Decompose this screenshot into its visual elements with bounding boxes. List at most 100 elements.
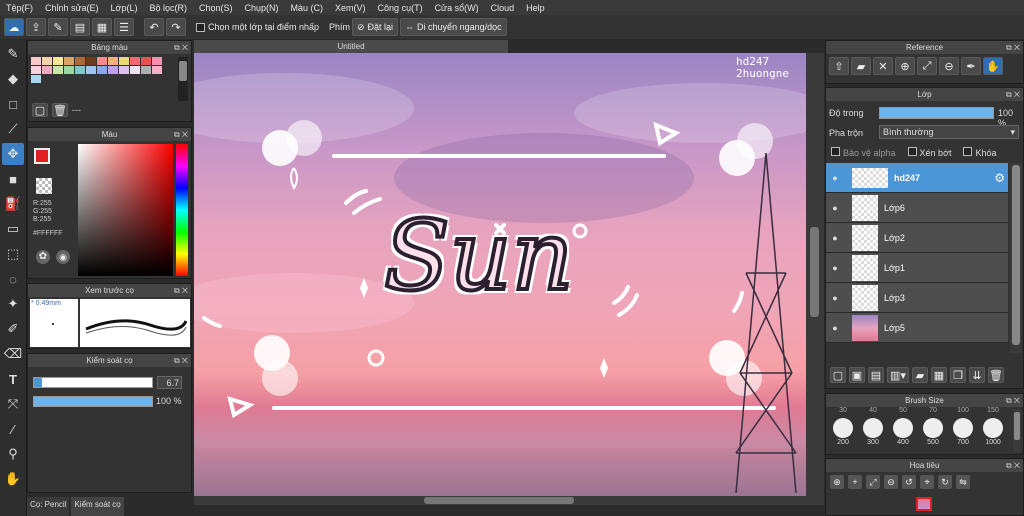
visibility-icon[interactable]: ● [826, 173, 844, 183]
export-icon[interactable]: ⇪ [26, 18, 46, 36]
brush-tool-icon[interactable]: ✎ [2, 43, 24, 65]
layer-row[interactable]: ● Lớp6 [826, 193, 1008, 223]
protect-alpha-checkbox[interactable]: Bảo vệ alpha [831, 147, 896, 158]
comment-icon[interactable]: ✎ [48, 18, 68, 36]
delete-palette-icon[interactable]: 🗑 [52, 103, 68, 117]
eraser-tool-icon[interactable]: ◆ [2, 68, 24, 90]
rotate-left-icon[interactable]: ↺ [902, 475, 916, 489]
new-8bit-layer-icon[interactable]: ▣ [849, 367, 865, 383]
color-swatch[interactable] [108, 66, 118, 74]
rotate-right-icon[interactable]: ↻ [938, 475, 952, 489]
brush-size-option[interactable]: 150 [978, 407, 1008, 414]
brush-size-option[interactable]: 700 [948, 415, 978, 446]
brush-size-scrollbar[interactable] [1013, 410, 1021, 452]
lasso-tool-icon[interactable]: ◌ [2, 268, 24, 290]
fill-rect-tool-icon[interactable]: ■ [2, 168, 24, 190]
color-swatch[interactable] [130, 66, 140, 74]
undo-icon[interactable]: ↶ [144, 18, 164, 36]
menu-help[interactable]: Help [526, 3, 545, 13]
color-swatch[interactable] [64, 66, 74, 74]
visibility-icon[interactable]: ● [826, 293, 844, 303]
new-layer-icon[interactable]: ▢ [830, 367, 846, 383]
color-swatch[interactable] [42, 66, 52, 74]
brush-size-option[interactable]: 40 [858, 407, 888, 414]
brush-size-field[interactable]: 6.7 [157, 376, 182, 389]
brush-size-option[interactable]: 50 [888, 407, 918, 414]
reset-view-icon[interactable]: ⌖ [920, 475, 934, 489]
redo-icon[interactable]: ↷ [166, 18, 186, 36]
layer-row[interactable]: ● Lớp2 [826, 223, 1008, 253]
select-eraser-tool-icon[interactable]: ⌫ [2, 343, 24, 365]
rectangle-tool-icon[interactable]: □ [2, 93, 24, 115]
color-swatch[interactable] [86, 57, 96, 65]
snap-checkbox[interactable]: Chọn một lớp tại điểm nhấp [196, 22, 319, 32]
panel-controls-icon[interactable]: ⧉ ✕ [1006, 88, 1020, 101]
panel-controls-icon[interactable]: ⧉ ✕ [174, 41, 188, 54]
color-swatch[interactable] [64, 57, 74, 65]
eyedropper-icon[interactable]: ✒ [961, 57, 981, 75]
canvas-horizontal-scrollbar[interactable] [194, 496, 806, 505]
brush-size-option[interactable]: 70 [918, 407, 948, 414]
foreground-color-swatch[interactable] [34, 148, 50, 164]
menu-filter[interactable]: Bộ lọc(R) [149, 3, 187, 13]
panel-controls-icon[interactable]: ⧉ ✕ [1006, 459, 1020, 472]
bucket-tool-icon[interactable]: ⛽ [2, 193, 24, 215]
select-pen-tool-icon[interactable]: ✐ [2, 318, 24, 340]
panel-controls-icon[interactable]: ⧉ ✕ [174, 354, 188, 367]
gradient-tool-icon[interactable]: ▭ [2, 218, 24, 240]
fit-icon[interactable]: ⤢ [917, 57, 937, 75]
visibility-icon[interactable]: ● [826, 203, 844, 213]
hand-tool-icon[interactable]: ✋ [2, 468, 24, 490]
color-swatch[interactable] [97, 57, 107, 65]
brush-size-option[interactable]: 30 [828, 407, 858, 414]
list-icon[interactable]: ☰ [114, 18, 134, 36]
layer-row[interactable]: ● Lớp5 [826, 313, 1008, 343]
flip-icon[interactable]: ⇋ [956, 475, 970, 489]
canvas-area[interactable]: Sun hd247 2huongne [194, 53, 824, 505]
move-button[interactable]: ⇔ Di chuyển ngang/dọc [400, 18, 507, 36]
menu-tools[interactable]: Công cụ(T) [378, 3, 423, 13]
zoom-out-icon[interactable]: ⊖ [939, 57, 959, 75]
pen-tool-icon[interactable]: ⟋ [2, 118, 24, 140]
layer-row[interactable]: ● Lớp3 [826, 283, 1008, 313]
folder-icon[interactable]: ▰ [851, 57, 871, 75]
zoom-in-icon[interactable]: ⊕ [895, 57, 915, 75]
panel-controls-icon[interactable]: ⧉ ✕ [1006, 394, 1020, 407]
color-swatch[interactable] [86, 66, 96, 74]
cloud-icon[interactable]: ☁ [4, 18, 24, 36]
folder-icon[interactable]: ▰ [912, 367, 928, 383]
move-tool-icon[interactable]: ✥ [2, 143, 24, 165]
merge-layer-icon[interactable]: ⇊ [969, 367, 985, 383]
duplicate-layer-icon[interactable]: ❐ [950, 367, 966, 383]
delete-layer-icon[interactable]: 🗑 [988, 367, 1004, 383]
visibility-icon[interactable]: ● [826, 233, 844, 243]
brush-opacity-slider[interactable] [33, 396, 153, 407]
artwork-canvas[interactable]: Sun hd247 2huongne [194, 53, 806, 496]
color-swatch[interactable] [31, 66, 41, 74]
menu-view[interactable]: Xem(V) [335, 3, 366, 13]
menu-color[interactable]: Màu (C) [291, 3, 324, 13]
palette-scrollbar[interactable] [178, 57, 188, 101]
color-swatch[interactable] [97, 66, 107, 74]
menu-edit[interactable]: Chỉnh sửa(E) [45, 3, 99, 13]
color-swatch[interactable] [31, 57, 41, 65]
menu-file[interactable]: Tệp(F) [6, 3, 33, 13]
color-swatch[interactable] [31, 75, 41, 83]
color-swatch[interactable] [119, 66, 129, 74]
new-1bit-layer-icon[interactable]: ▤ [868, 367, 884, 383]
gear-icon[interactable]: ⚙ [994, 171, 1005, 185]
transform-tool-icon[interactable]: ⤧ [2, 393, 24, 415]
tab-brush[interactable]: Cọ: Pencil [27, 497, 70, 516]
color-swatch[interactable] [130, 57, 140, 65]
new-palette-icon[interactable]: ▢ [32, 103, 48, 117]
brush-size-option[interactable]: 200 [828, 415, 858, 446]
transparent-swatch[interactable] [36, 178, 52, 194]
document-icon[interactable]: ▤ [70, 18, 90, 36]
eyedropper-tool-icon[interactable]: ⚲ [2, 443, 24, 465]
brush-size-option[interactable]: 500 [918, 415, 948, 446]
zoom-out-icon[interactable]: ⊖ [884, 475, 898, 489]
color-swatch[interactable] [141, 66, 151, 74]
tab-brush-control[interactable]: Kiểm soát cọ [71, 497, 124, 516]
visibility-icon[interactable]: ● [826, 263, 844, 273]
layer-row[interactable]: ● hd247 ⚙ [826, 163, 1008, 193]
